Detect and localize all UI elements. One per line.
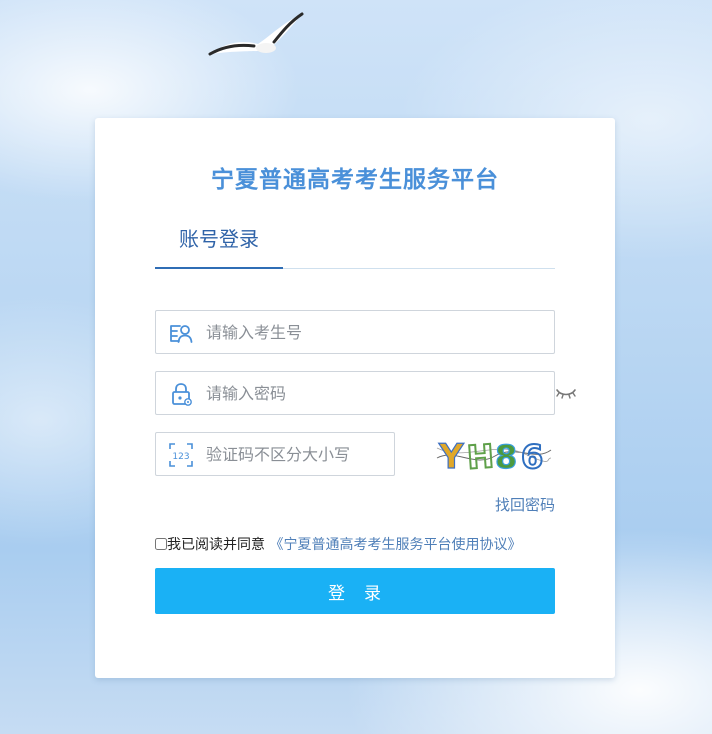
seagull-illustration	[208, 12, 304, 56]
login-button[interactable]: 登 录	[155, 568, 555, 614]
svg-text:8: 8	[495, 438, 517, 476]
password-input[interactable]	[206, 372, 536, 414]
page-title: 宁夏普通高考考生服务平台	[211, 167, 499, 193]
agreement-checkbox[interactable]	[155, 538, 167, 550]
tab-account-login[interactable]: 账号登录	[155, 216, 283, 269]
user-card-icon	[170, 325, 193, 343]
password-field	[155, 371, 555, 415]
svg-text:123: 123	[172, 452, 189, 462]
svg-text:H: H	[466, 437, 495, 476]
forgot-password-link[interactable]: 找回密码	[495, 494, 555, 515]
captcha-field: 123	[155, 432, 395, 476]
agreement-row: 我已阅读并同意 《宁夏普通高考考生服务平台使用协议》	[155, 534, 575, 556]
username-field	[155, 310, 555, 354]
captcha-123-icon: 123	[169, 443, 193, 467]
captcha-image[interactable]: Y H 8 6	[435, 428, 553, 476]
captcha-input[interactable]	[206, 433, 386, 475]
login-card: 宁夏普通高考考生服务平台 账号登录 123	[95, 118, 615, 678]
login-tabs: 账号登录	[155, 216, 555, 269]
eye-closed-icon[interactable]	[555, 384, 577, 402]
agreement-label: 我已阅读并同意	[167, 537, 265, 553]
svg-text:Y: Y	[438, 437, 464, 476]
lock-icon	[172, 383, 192, 406]
username-input[interactable]	[206, 311, 536, 353]
svg-text:6: 6	[521, 438, 543, 476]
agreement-link[interactable]: 《宁夏普通高考考生服务平台使用协议》	[269, 537, 521, 553]
